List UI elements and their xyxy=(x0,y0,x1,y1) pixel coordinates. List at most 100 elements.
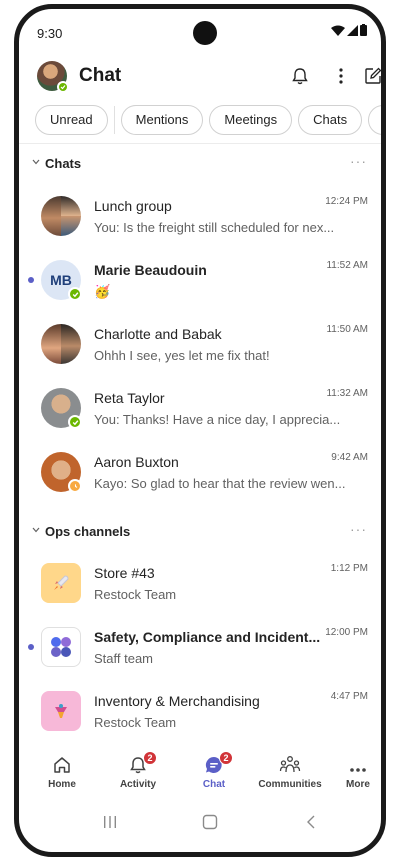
notifications-button[interactable] xyxy=(287,63,313,89)
avatar xyxy=(41,452,82,493)
chat-preview: 🥳 xyxy=(94,284,111,299)
channel-name: Store #43 xyxy=(94,565,155,581)
filter-separator xyxy=(113,106,115,134)
presence-available-icon xyxy=(68,415,82,429)
tab-activity[interactable]: 2 Activity xyxy=(100,749,176,790)
tab-communities[interactable]: Communities xyxy=(252,749,328,790)
avatar-initials-text: MB xyxy=(50,272,72,288)
chat-name: Aaron Buxton xyxy=(94,454,179,470)
activity-badge: 2 xyxy=(143,751,157,765)
rocket-icon xyxy=(41,563,81,603)
chat-name: Charlotte and Babak xyxy=(94,326,222,342)
tab-label: Activity xyxy=(119,779,157,790)
filter-more[interactable]: I xyxy=(368,105,381,135)
system-icons xyxy=(331,24,367,36)
chat-time: 11:52 AM xyxy=(326,260,368,271)
channel-name: Safety, Compliance and Incident... xyxy=(94,629,321,645)
recents-icon xyxy=(104,816,116,828)
group-avatar xyxy=(41,324,81,364)
app-header: Chat xyxy=(19,59,381,99)
section-label: Ops channels xyxy=(45,524,131,539)
avatar xyxy=(41,388,82,429)
channel-row-store-43[interactable]: Store #43 Restock Team 1:12 PM xyxy=(19,554,381,618)
section-more-button[interactable]: ··· xyxy=(350,153,367,169)
communities-icon xyxy=(279,756,301,773)
section-label: Chats xyxy=(45,156,82,171)
back-button[interactable] xyxy=(305,814,317,835)
chevron-down-icon xyxy=(32,159,40,165)
new-chat-button[interactable] xyxy=(360,63,381,89)
unread-indicator xyxy=(28,644,34,650)
channel-time: 4:47 PM xyxy=(330,691,368,702)
wifi-icon xyxy=(331,25,345,36)
channel-time: 1:12 PM xyxy=(330,563,368,574)
chat-name: Reta Taylor xyxy=(94,390,165,406)
chat-name: Marie Beaudouin xyxy=(94,262,207,278)
home-icon xyxy=(54,757,70,773)
bell-icon xyxy=(292,67,308,84)
channel-team: Restock Team xyxy=(94,587,177,602)
profile-avatar[interactable] xyxy=(37,61,69,93)
chat-row-charlotte-babak[interactable]: Charlotte and Babak Ohhh I see, yes let … xyxy=(19,315,381,379)
channel-time: 12:00 PM xyxy=(325,627,368,638)
channel-team: Staff team xyxy=(94,651,154,666)
tab-label: Home xyxy=(48,779,76,790)
unread-indicator xyxy=(28,277,34,283)
system-nav-bar xyxy=(19,814,381,838)
chat-row-aaron-buxton[interactable]: Aaron Buxton Kayo: So glad to hear that … xyxy=(19,443,381,507)
header-divider xyxy=(19,143,381,144)
back-chevron-icon xyxy=(307,815,315,829)
status-bar: 9:30 xyxy=(19,9,381,51)
filter-unread[interactable]: Unread xyxy=(35,105,108,135)
channel-row-inventory-merchandising[interactable]: Inventory & Merchandising Restock Team 4… xyxy=(19,682,381,746)
presence-available-icon xyxy=(68,287,82,301)
chat-time: 12:24 PM xyxy=(325,196,368,207)
page-title: Chat xyxy=(79,65,122,86)
front-camera xyxy=(193,21,217,45)
more-icon xyxy=(350,768,366,772)
chat-preview: Kayo: So glad to hear that the review we… xyxy=(94,476,346,491)
signal-icon xyxy=(347,24,358,36)
phone-screen: 9:30 Chat Unread Mentions Meetings Chats… xyxy=(14,4,386,857)
recents-button[interactable] xyxy=(103,814,117,835)
chat-preview: Ohhh I see, yes let me fix that! xyxy=(94,348,270,363)
tab-chat[interactable]: 2 Chat xyxy=(176,749,252,790)
avatar-initials: MB xyxy=(41,260,82,301)
filter-pills: Unread Mentions Meetings Chats I xyxy=(35,104,381,136)
section-more-button[interactable]: ··· xyxy=(350,521,367,537)
filter-meetings[interactable]: Meetings xyxy=(209,105,293,135)
compose-icon xyxy=(365,67,381,84)
home-nav-button[interactable] xyxy=(202,814,218,835)
chat-time: 11:32 AM xyxy=(326,388,368,399)
presence-available-icon xyxy=(57,81,69,93)
channel-team: Restock Team xyxy=(94,715,177,730)
presence-away-icon xyxy=(68,479,82,493)
tab-label: Communities xyxy=(258,779,322,790)
tab-home[interactable]: Home xyxy=(24,749,100,790)
chat-row-marie-beaudouin[interactable]: MB Marie Beaudouin 🥳 11:52 AM xyxy=(19,251,381,315)
chat-time: 11:50 AM xyxy=(326,324,368,335)
chat-badge: 2 xyxy=(219,751,233,765)
chat-row-lunch-group[interactable]: Lunch group You: Is the freight still sc… xyxy=(19,187,381,251)
team-logo-icon xyxy=(41,627,81,667)
channel-row-safety-compliance[interactable]: Safety, Compliance and Incident... Staff… xyxy=(19,618,381,682)
chat-preview: You: Is the freight still scheduled for … xyxy=(94,220,335,235)
section-ops-channels[interactable]: Ops channels ··· xyxy=(19,517,381,547)
gift-icon xyxy=(41,691,81,731)
chat-row-reta-taylor[interactable]: Reta Taylor You: Thanks! Have a nice day… xyxy=(19,379,381,443)
tab-label: Chat xyxy=(202,779,226,790)
bottom-tab-bar: Home 2 Activity 2 Chat Communities More xyxy=(19,749,381,805)
status-time: 9:30 xyxy=(37,26,63,41)
chat-name: Lunch group xyxy=(94,198,172,214)
tab-more[interactable]: More xyxy=(328,749,381,790)
section-chats[interactable]: Chats ··· xyxy=(19,149,381,179)
filter-mentions[interactable]: Mentions xyxy=(120,105,204,135)
vertical-dots-icon xyxy=(339,68,343,84)
filter-chats[interactable]: Chats xyxy=(298,105,363,135)
group-avatar xyxy=(41,196,81,236)
overflow-menu-button[interactable] xyxy=(328,63,354,89)
channel-name: Inventory & Merchandising xyxy=(94,693,260,709)
square-home-icon xyxy=(202,814,218,830)
chat-time: 9:42 AM xyxy=(331,452,368,463)
chat-preview: You: Thanks! Have a nice day, I apprecia… xyxy=(94,412,341,427)
